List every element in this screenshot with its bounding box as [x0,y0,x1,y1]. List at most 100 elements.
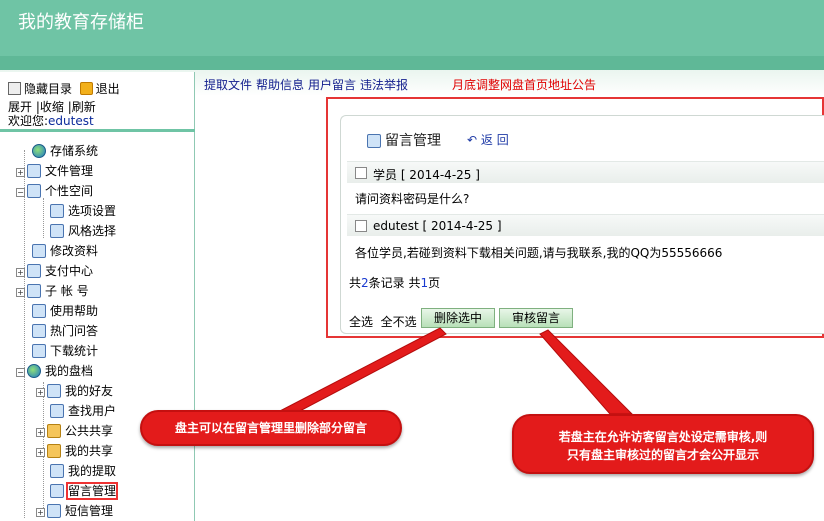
expand-icon[interactable]: + [36,388,45,397]
nav-link-extract[interactable]: 提取文件 [204,78,252,92]
page-icon [32,244,46,258]
delete-tip-callout: 盘主可以在留言管理里删除部分留言 [140,410,402,446]
app-header: 我的教育存储柜 [0,0,824,70]
page-icon [50,204,64,218]
tree-item-options[interactable]: 选项设置 [50,202,116,220]
tree-item-my-extract[interactable]: 我的提取 [50,462,116,480]
welcome-text: 欢迎您:edutest [8,112,94,129]
tree-item-label: 短信管理 [65,504,114,518]
expand-icon[interactable]: + [36,508,45,517]
delete-selected-button[interactable]: 删除选中 [421,308,496,328]
top-nav-links: 提取文件 帮助信息 用户留言 违法举报 [204,76,412,93]
nav-link-report[interactable]: 违法举报 [360,78,408,92]
message-checkbox[interactable] [355,220,367,232]
tree-guide-line [24,150,25,518]
expand-icon[interactable]: + [36,448,45,457]
message-author-date: 学员 [ 2014-4-25 ] [373,168,480,182]
tree-item-style[interactable]: 风格选择 [50,222,116,240]
tree-item-public-share[interactable]: + 公共共享 [36,422,113,440]
expand-icon[interactable]: + [36,428,45,437]
tree-item-my-share[interactable]: + 我的共享 [36,442,113,460]
message-header: edutest [ 2014-4-25 ] [347,214,824,236]
logout-icon [79,82,93,95]
selection-links: 全选 全不选 [349,313,417,330]
page-icon [47,504,61,518]
back-label: 返 回 [480,133,509,147]
tree-item-find-user[interactable]: 查找用户 [50,402,116,420]
folder-icon [47,444,61,458]
message-checkbox[interactable] [355,167,367,179]
undo-icon: ↶ [467,133,478,147]
tree-item-label: 下载统计 [50,344,99,358]
tree-item-message-manage[interactable]: 留言管理 [50,482,119,500]
tree-item-label: 查找用户 [68,404,117,418]
select-all-link[interactable]: 全选 [349,315,373,329]
subaccount-icon [27,284,41,298]
page-title-text: 留言管理 [385,133,441,149]
tree-item-label: 我的好友 [65,384,114,398]
tree-item-label: 留言管理 [65,482,119,500]
sidebar-divider [0,129,195,132]
expand-icon[interactable]: + [16,168,25,177]
tree-item-friends[interactable]: + 我的好友 [36,382,113,400]
page-icon [50,464,64,478]
approve-message-button[interactable]: 审核留言 [499,308,574,328]
tree-item-label: 子 帐 号 [45,284,89,298]
collapse-icon[interactable]: − [16,188,25,197]
tree-item-label: 选项设置 [68,204,117,218]
logout-link[interactable]: 退出 [96,82,120,96]
tree-item-faq[interactable]: 热门问答 [32,322,98,340]
page-icon [32,344,46,358]
record-count: 共2条记录 共1页 [349,276,441,290]
tree-item-label: 我的盘档 [45,364,94,378]
expand-icon[interactable]: + [16,288,25,297]
tree-item-label: 个性空间 [45,184,94,198]
expand-icon[interactable]: + [16,268,25,277]
globe-icon [32,144,46,158]
tree-item-mydisk[interactable]: − 我的盘档 [16,362,93,380]
tree-item-sms[interactable]: + 短信管理 [36,502,113,520]
welcome-label: 欢迎您: [8,114,49,128]
page-icon [32,324,46,338]
tree-item-payment[interactable]: + 支付中心 [16,262,93,280]
tree-item-subaccount[interactable]: + 子 帐 号 [16,282,89,300]
message-header: 学员 [ 2014-4-25 ] [347,161,824,183]
tree-item-storage[interactable]: 存储系统 [32,142,98,160]
payment-icon [27,264,41,278]
tree-item-downloads[interactable]: 下载统计 [32,342,98,360]
nav-link-messages[interactable]: 用户留言 [308,78,356,92]
back-link[interactable]: ↶ 返 回 [467,131,509,148]
tree-item-label: 我的共享 [65,444,114,458]
tree-item-label: 风格选择 [68,224,117,238]
callout-line: 只有盘主审核过的留言才会公开显示 [566,448,759,462]
page-icon [50,224,64,238]
right-callout-arrow [539,329,634,415]
select-none-link[interactable]: 全不选 [381,315,417,329]
tree-item-label: 使用帮助 [50,304,99,318]
tree-item-profile[interactable]: 修改资料 [32,242,98,260]
hide-menu-link[interactable]: 隐藏目录 [24,82,72,96]
page-icon [27,184,41,198]
left-callout-arrow [277,327,447,413]
page-icon [32,304,46,318]
tree-item-help[interactable]: 使用帮助 [32,302,98,320]
page-icon [27,164,41,178]
tree-item-label: 热门问答 [50,324,99,338]
page-icon [367,134,381,148]
tree-item-label: 修改资料 [50,244,99,258]
nav-link-help[interactable]: 帮助信息 [256,78,304,92]
header-strip [0,56,824,70]
search-user-icon [50,404,64,418]
friends-icon [47,384,61,398]
tree-item-files[interactable]: + 文件管理 [16,162,93,180]
tree-item-label: 存储系统 [50,144,99,158]
username: edutest [48,114,94,128]
tree-item-space[interactable]: − 个性空间 [16,182,93,200]
approve-tip-callout: 若盘主在允许访客留言处设定需审核,则 只有盘主审核过的留言才会公开显示 [512,414,814,474]
collapse-icon[interactable]: − [16,368,25,377]
message-body: 各位学员,若碰到资料下载相关问题,请与我联系,我的QQ为55556666 [355,246,723,260]
announcement-link[interactable]: 月底调整网盘首页地址公告 [452,76,596,93]
tree-item-label: 公共共享 [65,424,114,438]
message-author-date: edutest [ 2014-4-25 ] [373,219,502,233]
sidebar: 隐藏目录 退出 展开 |收缩 |刷新 欢迎您:edutest 存储系统 + 文件管… [0,72,195,521]
